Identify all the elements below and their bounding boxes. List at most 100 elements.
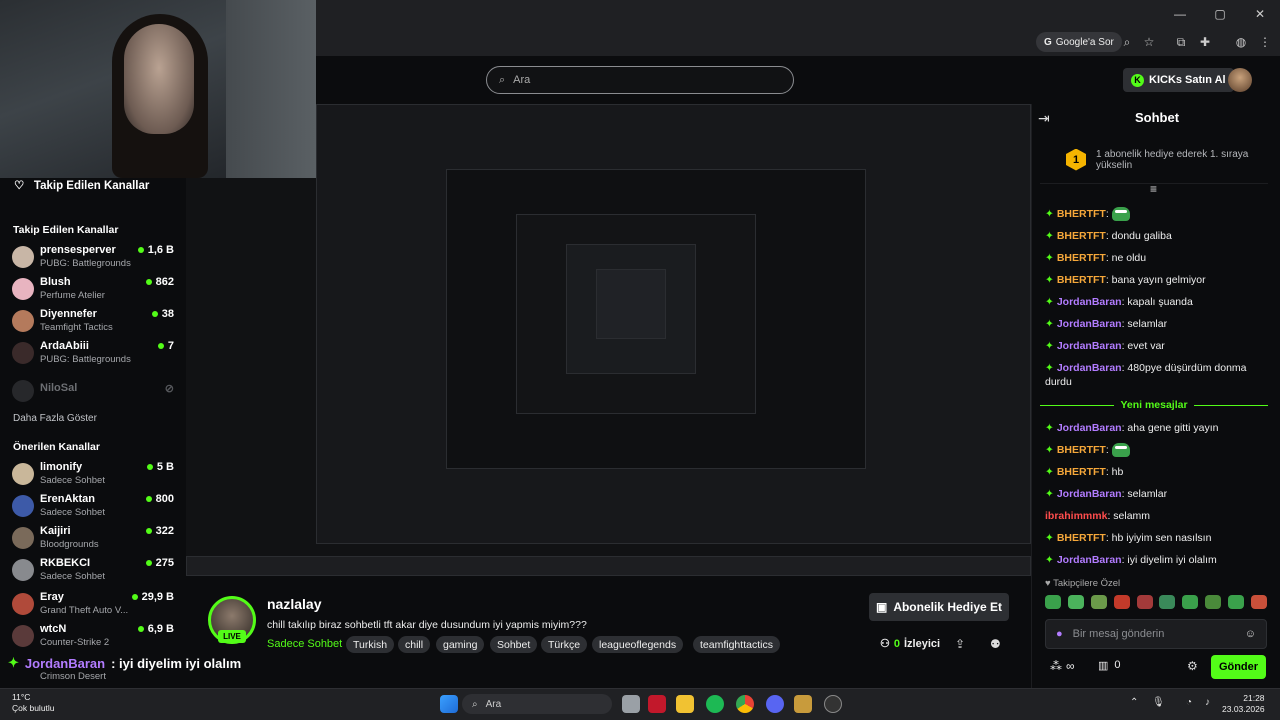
minimize-button[interactable]: — [1160, 0, 1200, 28]
recommended-channel[interactable]: ErenAktan Sadece Sohbet 800 [12, 491, 180, 523]
windows-start-icon[interactable] [440, 695, 458, 713]
spotify-icon[interactable] [706, 695, 724, 713]
emote-icon[interactable] [1250, 595, 1267, 609]
emoji-icon[interactable]: ☺ [1245, 628, 1256, 640]
chat-user[interactable]: JordanBaran [1057, 362, 1122, 374]
chat-message[interactable]: ✦ JordanBaran: 480pye düşürdüm donma durd… [1045, 361, 1270, 389]
chat-user[interactable]: BHERTFT [1057, 208, 1106, 220]
chat-message[interactable]: ✦ BHERTFT: hb [1045, 465, 1270, 479]
chat-message[interactable]: ✦ BHERTFT: bana yayın gelmiyor [1045, 273, 1270, 287]
file-explorer-icon[interactable] [676, 695, 694, 713]
follow-user-icon[interactable]: ⚉ [990, 637, 1001, 651]
browser-menu-icon[interactable]: ⋮ [1256, 32, 1274, 52]
stream-category[interactable]: Sadece Sohbet [267, 638, 342, 650]
gift-subscription-button[interactable]: ▣ Abonelik Hediye Et [869, 593, 1009, 621]
collapse-chat-icon[interactable]: ⇥ [1038, 110, 1050, 127]
pinned-leaderboard[interactable]: 1 1 abonelik hediye ederek 1. sıraya yüks… [1040, 136, 1268, 184]
chat-message[interactable]: ✦ BHERTFT: ne oldu [1045, 251, 1270, 265]
emote-icon[interactable] [1067, 595, 1084, 609]
expand-pinned-icon[interactable]: ≡ [1150, 182, 1157, 196]
stream-tag[interactable]: Türkçe [541, 636, 588, 653]
chat-message[interactable]: ✦ BHERTFT: [1045, 443, 1270, 458]
volume-icon[interactable]: ♪ [1205, 697, 1210, 708]
chat-user[interactable]: BHERTFT [1057, 444, 1106, 456]
emote-icon[interactable] [1113, 595, 1130, 609]
network-icon[interactable]: ◔ [1186, 697, 1192, 708]
chat-user[interactable]: JordanBaran [1057, 422, 1122, 434]
league-icon[interactable] [794, 695, 812, 713]
emote-icon[interactable] [1136, 595, 1153, 609]
kicks-buy-button[interactable]: K KICKs Satın Al [1123, 68, 1234, 92]
following-channel[interactable]: ArdaAbiii PUBG: Battlegrounds 7 [12, 338, 180, 370]
share-icon[interactable]: ⇪ [955, 637, 965, 651]
following-channel[interactable]: Diyennefer Teamfight Tactics 38 [12, 306, 180, 338]
tray-chevron-icon[interactable]: ⌃ [1130, 697, 1138, 708]
chat-message[interactable]: ✦ JordanBaran: selamlar [1045, 317, 1270, 331]
close-window-button[interactable]: ✕ [1240, 0, 1280, 28]
chat-message[interactable]: ✦ JordanBaran: evet var [1045, 339, 1270, 353]
clock[interactable]: 21:28 23.03.2026 [1222, 693, 1265, 715]
weather-widget[interactable]: 11°C Çok bulutlu [12, 692, 55, 714]
chat-user[interactable]: BHERTFT [1057, 466, 1106, 478]
send-button[interactable]: Gönder [1211, 655, 1266, 679]
stream-tag[interactable]: Sohbet [490, 636, 538, 653]
chat-message[interactable]: ibrahimmmk: selamm [1045, 509, 1270, 523]
maximize-button[interactable]: ▢ [1200, 0, 1240, 28]
tab-icon[interactable]: ⧉ [1172, 32, 1190, 52]
stream-tag[interactable]: teamfighttactics [693, 636, 780, 653]
following-channel[interactable]: prensesperver PUBG: Battlegrounds 1,6 B [12, 242, 180, 274]
mic-icon[interactable]: ● [1056, 628, 1063, 640]
chat-user[interactable]: BHERTFT [1057, 230, 1106, 242]
user-avatar[interactable] [1228, 68, 1252, 92]
streamer-name[interactable]: nazlalay [267, 596, 321, 612]
chat-user[interactable]: ibrahimmmk [1045, 510, 1107, 522]
chat-user[interactable]: JordanBaran [1057, 554, 1122, 566]
stream-tag[interactable]: chill [398, 636, 431, 653]
chat-message[interactable]: ✦ JordanBaran: iyi diyelim iyi olalım [1045, 553, 1270, 567]
extensions-icon[interactable]: ✚ [1196, 32, 1214, 52]
recommended-channel[interactable]: Eray Grand Theft Auto V... 29,9 B [12, 589, 180, 621]
recommended-channel[interactable]: RKBEKCI Sadece Sohbet 275 [12, 555, 180, 587]
chat-message[interactable]: ✦ JordanBaran: aha gene gitti yayın [1045, 421, 1270, 435]
search-input[interactable]: ⌕ Ara [486, 66, 794, 94]
emote-icon[interactable] [1228, 595, 1244, 609]
chat-message[interactable]: ✦ JordanBaran: selamlar [1045, 487, 1270, 501]
show-more-link[interactable]: Daha Fazla Göster [13, 413, 97, 424]
stream-tag[interactable]: gaming [436, 636, 485, 653]
stream-tag[interactable]: leagueoflegends [592, 636, 684, 653]
chat-user[interactable]: BHERTFT [1057, 274, 1106, 286]
chat-user[interactable]: BHERTFT [1057, 532, 1106, 544]
chat-user[interactable]: JordanBaran [1057, 488, 1122, 500]
emote-icon[interactable] [1205, 595, 1222, 609]
chat-user[interactable]: JordanBaran [1057, 340, 1122, 352]
recommended-channel[interactable]: limonify Sadece Sohbet 5 B [12, 459, 180, 491]
chat-message[interactable]: ✦ JordanBaran: kapalı şuanda [1045, 295, 1270, 309]
points-display[interactable]: ⁂ ∞ [1050, 659, 1075, 673]
emote-icon[interactable] [1159, 595, 1176, 609]
chat-message[interactable]: ✦ BHERTFT: [1045, 207, 1270, 222]
following-channel[interactable]: Blush Perfume Atelier 862 [12, 274, 180, 306]
task-view-icon[interactable] [622, 695, 640, 713]
recommended-channel[interactable]: Kaijiri Bloodgrounds 322 [12, 523, 180, 555]
gift-count[interactable]: ▥ 0 [1098, 659, 1121, 672]
pdf-app-icon[interactable] [648, 695, 666, 713]
chat-message[interactable]: ✦ BHERTFT: hb iyiyim sen nasılsın [1045, 531, 1270, 545]
chat-user[interactable]: JordanBaran [1057, 318, 1122, 330]
emote-icon[interactable] [1045, 595, 1061, 609]
profile-icon[interactable]: ◍ [1232, 32, 1250, 52]
discord-icon[interactable] [766, 695, 784, 713]
recommended-channel[interactable]: wtcN Counter-Strike 2 6,9 B [12, 621, 180, 653]
google-ask-button[interactable]: G Google'a Sor [1036, 32, 1122, 52]
bookmark-star-icon[interactable]: ☆ [1140, 32, 1158, 52]
emote-icon[interactable] [1090, 595, 1107, 609]
zoom-icon[interactable]: ⌕ [1118, 32, 1136, 52]
microphone-icon[interactable]: 🎙 [1152, 697, 1165, 708]
stream-tag[interactable]: Turkish [346, 636, 395, 653]
chat-settings-icon[interactable]: ⚙ [1187, 659, 1198, 673]
chat-message[interactable]: ✦ BHERTFT: dondu galiba [1045, 229, 1270, 243]
chrome-icon[interactable] [736, 695, 754, 713]
emote-icon[interactable] [1182, 595, 1199, 609]
taskbar-search[interactable]: ⌕ Ara [462, 694, 612, 714]
chat-user[interactable]: JordanBaran [1057, 296, 1122, 308]
chat-user[interactable]: BHERTFT [1057, 252, 1106, 264]
